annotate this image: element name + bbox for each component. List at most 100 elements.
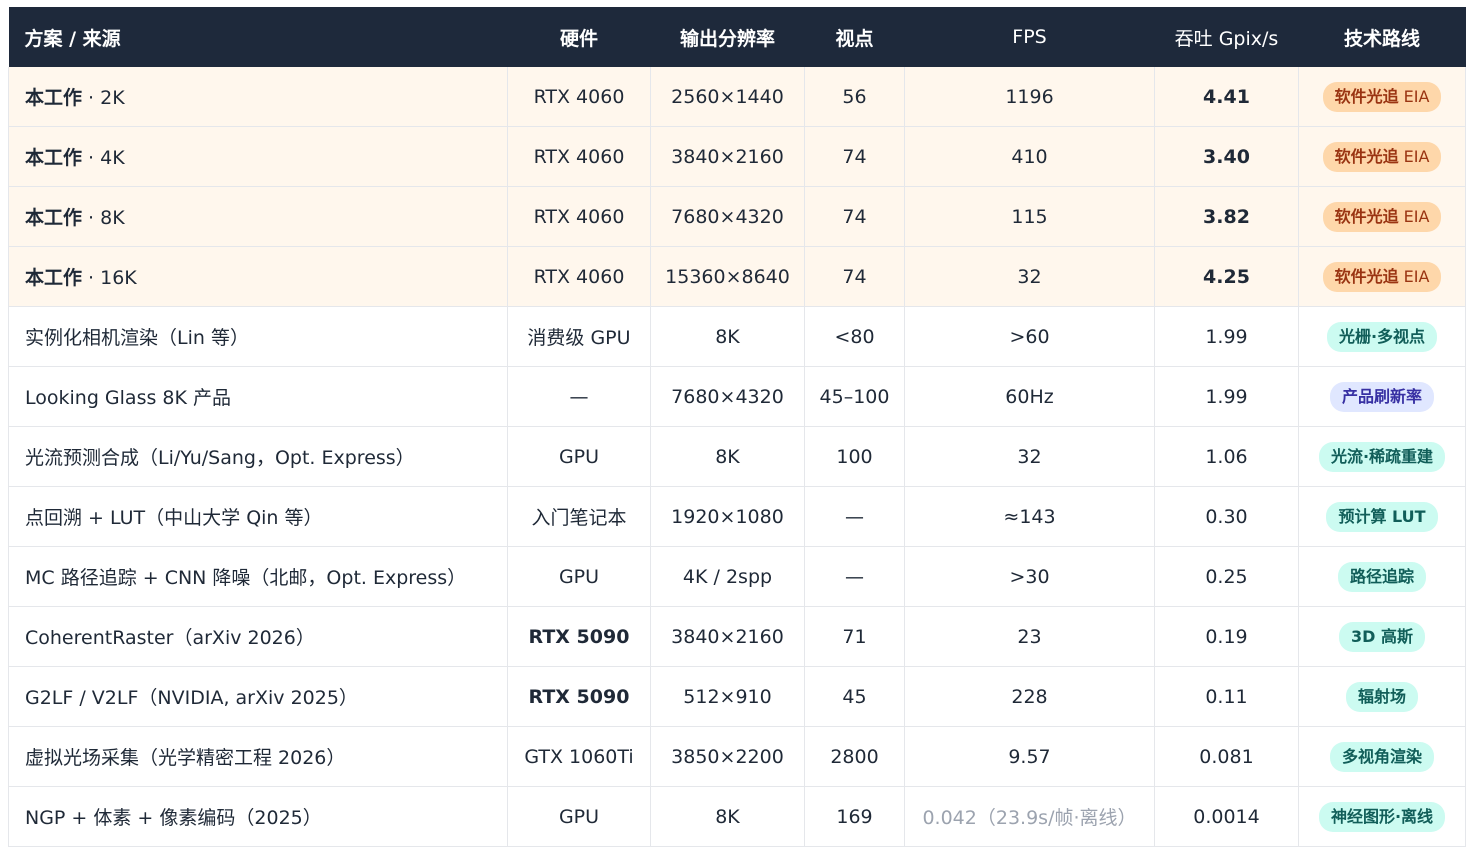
route-badge: 光栅·多视点 bbox=[1326, 321, 1438, 352]
cell-fps: 60Hz bbox=[904, 366, 1155, 427]
cell-resolution: 7680×4320 bbox=[650, 186, 805, 247]
header-name[interactable]: 方案 / 来源 bbox=[8, 7, 508, 67]
route-badge: 软件光追 EIA bbox=[1322, 261, 1442, 292]
cell-resolution: 2560×1440 bbox=[650, 67, 805, 127]
cell-route: 产品刷新率 bbox=[1298, 366, 1466, 427]
cell-route: 多视角渲染 bbox=[1298, 726, 1466, 787]
table-row-ours: 本工作 · 8K RTX 4060 7680×4320 74 115 3.82 … bbox=[8, 186, 1466, 247]
ours-label: 本工作 bbox=[25, 267, 83, 289]
cell-fps: 23 bbox=[904, 606, 1155, 667]
route-badge: 路径追踪 bbox=[1337, 561, 1426, 592]
comparison-table-wrapper: 方案 / 来源 硬件 输出分辨率 视点 FPS 吞吐 Gpix/s 技术路线 本… bbox=[8, 7, 1466, 847]
cell-throughput: 0.081 bbox=[1154, 726, 1299, 787]
cell-views: — bbox=[804, 486, 905, 547]
table-row: G2LF / V2LF（NVIDIA, arXiv 2025） RTX 5090… bbox=[8, 666, 1466, 727]
table-header: 方案 / 来源 硬件 输出分辨率 视点 FPS 吞吐 Gpix/s 技术路线 bbox=[8, 7, 1466, 67]
table-row: CoherentRaster（arXiv 2026） RTX 5090 3840… bbox=[8, 606, 1466, 667]
cell-route: 辐射场 bbox=[1298, 666, 1466, 727]
cell-route: 光栅·多视点 bbox=[1298, 306, 1466, 367]
cell-fps: >60 bbox=[904, 306, 1155, 367]
cell-name: 本工作 · 16K bbox=[8, 246, 508, 307]
cell-hardware: RTX 5090 bbox=[507, 666, 651, 727]
cell-throughput: 3.82 bbox=[1154, 186, 1299, 247]
cell-resolution: 8K bbox=[650, 786, 805, 847]
cell-fps: >30 bbox=[904, 546, 1155, 607]
ours-variant: · 8K bbox=[82, 207, 125, 229]
route-badge: 3D 高斯 bbox=[1339, 621, 1425, 652]
table-row: Looking Glass 8K 产品 — 7680×4320 45–100 6… bbox=[8, 366, 1466, 427]
route-badge: 软件光追 EIA bbox=[1322, 201, 1442, 232]
cell-fps: 410 bbox=[904, 126, 1155, 187]
ours-label: 本工作 bbox=[25, 207, 83, 229]
cell-throughput: 0.25 bbox=[1154, 546, 1299, 607]
table-row: 虚拟光场采集（光学精密工程 2026） GTX 1060Ti 3850×2200… bbox=[8, 726, 1466, 787]
table-row-ours: 本工作 · 4K RTX 4060 3840×2160 74 410 3.40 … bbox=[8, 126, 1466, 187]
ours-variant: · 4K bbox=[82, 147, 125, 169]
route-badge-suffix: EIA bbox=[1398, 86, 1430, 106]
table-row: 光流预测合成（Li/Yu/Sang，Opt. Express） GPU 8K 1… bbox=[8, 426, 1466, 487]
cell-hardware: 消费级 GPU bbox=[507, 306, 651, 367]
cell-resolution: 512×910 bbox=[650, 666, 805, 727]
ours-variant: · 16K bbox=[82, 267, 137, 289]
cell-name: CoherentRaster（arXiv 2026） bbox=[8, 606, 508, 667]
table-row: 实例化相机渲染（Lin 等） 消费级 GPU 8K <80 >60 1.99 光… bbox=[8, 306, 1466, 367]
cell-resolution: 4K / 2spp bbox=[650, 546, 805, 607]
cell-throughput: 1.99 bbox=[1154, 366, 1299, 427]
ours-label: 本工作 bbox=[25, 147, 83, 169]
route-badge-label: 软件光追 bbox=[1334, 266, 1399, 286]
cell-throughput: 0.11 bbox=[1154, 666, 1299, 727]
header-fps[interactable]: FPS bbox=[904, 7, 1155, 67]
cell-name: 实例化相机渲染（Lin 等） bbox=[8, 306, 508, 367]
cell-hardware: RTX 4060 bbox=[507, 67, 651, 127]
cell-views: 56 bbox=[804, 67, 905, 127]
cell-name: 本工作 · 4K bbox=[8, 126, 508, 187]
header-throughput[interactable]: 吞吐 Gpix/s bbox=[1154, 7, 1299, 67]
header-views[interactable]: 视点 bbox=[804, 7, 905, 67]
cell-resolution: 8K bbox=[650, 426, 805, 487]
header-route[interactable]: 技术路线 bbox=[1298, 7, 1466, 67]
route-badge: 产品刷新率 bbox=[1329, 381, 1434, 412]
cell-fps: 32 bbox=[904, 246, 1155, 307]
cell-resolution: 3840×2160 bbox=[650, 126, 805, 187]
cell-views: 74 bbox=[804, 126, 905, 187]
cell-hardware: RTX 5090 bbox=[507, 606, 651, 667]
cell-route: 软件光追 EIA bbox=[1298, 186, 1466, 247]
header-hardware[interactable]: 硬件 bbox=[507, 7, 651, 67]
cell-views: 169 bbox=[804, 786, 905, 847]
cell-fps: 0.042（23.9s/帧·离线） bbox=[904, 786, 1155, 847]
table-row: MC 路径追踪 + CNN 降噪（北邮，Opt. Express） GPU 4K… bbox=[8, 546, 1466, 607]
ours-variant: · 2K bbox=[82, 87, 125, 109]
cell-views: 100 bbox=[804, 426, 905, 487]
cell-route: 软件光追 EIA bbox=[1298, 126, 1466, 187]
cell-route: 路径追踪 bbox=[1298, 546, 1466, 607]
cell-resolution: 3840×2160 bbox=[650, 606, 805, 667]
cell-views: 71 bbox=[804, 606, 905, 667]
cell-hardware: GPU bbox=[507, 786, 651, 847]
cell-fps: 9.57 bbox=[904, 726, 1155, 787]
route-badge: 预计算 LUT bbox=[1326, 501, 1438, 532]
cell-resolution: 3850×2200 bbox=[650, 726, 805, 787]
cell-fps: ≈143 bbox=[904, 486, 1155, 547]
cell-hardware: 入门笔记本 bbox=[507, 486, 651, 547]
cell-route: 预计算 LUT bbox=[1298, 486, 1466, 547]
cell-throughput: 0.19 bbox=[1154, 606, 1299, 667]
route-badge-label: 软件光追 bbox=[1334, 86, 1399, 106]
cell-throughput: 1.99 bbox=[1154, 306, 1299, 367]
table-row: NGP + 体素 + 像素编码（2025） GPU 8K 169 0.042（2… bbox=[8, 786, 1466, 847]
cell-name: 本工作 · 2K bbox=[8, 67, 508, 127]
cell-throughput: 0.0014 bbox=[1154, 786, 1299, 847]
cell-views: 45 bbox=[804, 666, 905, 727]
comparison-table: 方案 / 来源 硬件 输出分辨率 视点 FPS 吞吐 Gpix/s 技术路线 本… bbox=[8, 7, 1466, 847]
route-badge: 多视角渲染 bbox=[1329, 741, 1434, 772]
route-badge-suffix: EIA bbox=[1398, 146, 1430, 166]
cell-views: 74 bbox=[804, 186, 905, 247]
cell-views: <80 bbox=[804, 306, 905, 367]
header-resolution[interactable]: 输出分辨率 bbox=[650, 7, 805, 67]
route-badge: 光流·稀疏重建 bbox=[1318, 441, 1446, 472]
route-badge-suffix: EIA bbox=[1398, 266, 1430, 286]
cell-resolution: 15360×8640 bbox=[650, 246, 805, 307]
cell-name: 光流预测合成（Li/Yu/Sang，Opt. Express） bbox=[8, 426, 508, 487]
ours-label: 本工作 bbox=[25, 87, 83, 109]
cell-name: Looking Glass 8K 产品 bbox=[8, 366, 508, 427]
route-badge-suffix: EIA bbox=[1398, 206, 1430, 226]
